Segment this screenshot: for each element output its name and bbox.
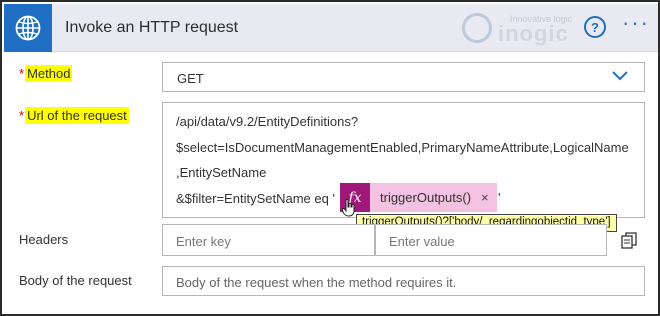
method-value: GET [177, 71, 204, 86]
logo-mark-icon [462, 13, 492, 43]
header-value-placeholder: Enter value [389, 234, 455, 249]
body-placeholder: Body of the request when the method requ… [176, 275, 457, 290]
url-label-text: Url of the request [25, 107, 129, 124]
required-marker: * [19, 108, 25, 123]
chevron-down-icon[interactable] [612, 71, 628, 81]
token-label: triggerOutputs() [380, 190, 472, 205]
card-header[interactable]: Invoke an HTTP request Innovative logic … [4, 4, 658, 52]
url-line: &$filter=EntitySetName eq ' [176, 191, 335, 206]
dynamic-content-token[interactable]: fx triggerOutputs() × [340, 183, 497, 212]
card-title: Invoke an HTTP request [65, 19, 239, 36]
logo-wordmark: inogic [498, 21, 569, 46]
hand-cursor-icon [342, 199, 355, 217]
url-line: /api/data/v9.2/EntityDefinitions? [176, 114, 359, 129]
url-line: ,EntitySetName [176, 165, 267, 180]
switch-to-text-mode-icon[interactable] [621, 232, 637, 250]
body-input[interactable]: Body of the request when the method requ… [162, 266, 645, 296]
required-marker: * [19, 66, 25, 81]
token-remove-button[interactable]: × [481, 190, 489, 205]
header-key-placeholder: Enter key [176, 234, 231, 249]
help-button[interactable]: ? [584, 16, 606, 38]
body-label: Body of the request [19, 273, 132, 288]
method-label-text: Method [25, 65, 73, 82]
headers-label: Headers [19, 232, 69, 247]
url-trailing-quote: ' [498, 190, 501, 205]
header-value-input[interactable]: Enter value [375, 224, 607, 256]
more-options-button[interactable]: ··· [622, 12, 652, 36]
url-line: $select=IsDocumentManagementEnabled,Prim… [176, 140, 629, 155]
header-key-input[interactable]: Enter key [162, 224, 375, 256]
globe-icon [4, 4, 52, 52]
token-body[interactable]: triggerOutputs() × [370, 183, 497, 212]
url-label: * Url of the request [19, 107, 129, 124]
method-label: * Method [19, 65, 73, 82]
method-dropdown[interactable]: GET [162, 62, 645, 92]
inogic-logo: Innovative logic inogic [462, 11, 582, 47]
action-card: Invoke an HTTP request Innovative logic … [0, 0, 660, 316]
